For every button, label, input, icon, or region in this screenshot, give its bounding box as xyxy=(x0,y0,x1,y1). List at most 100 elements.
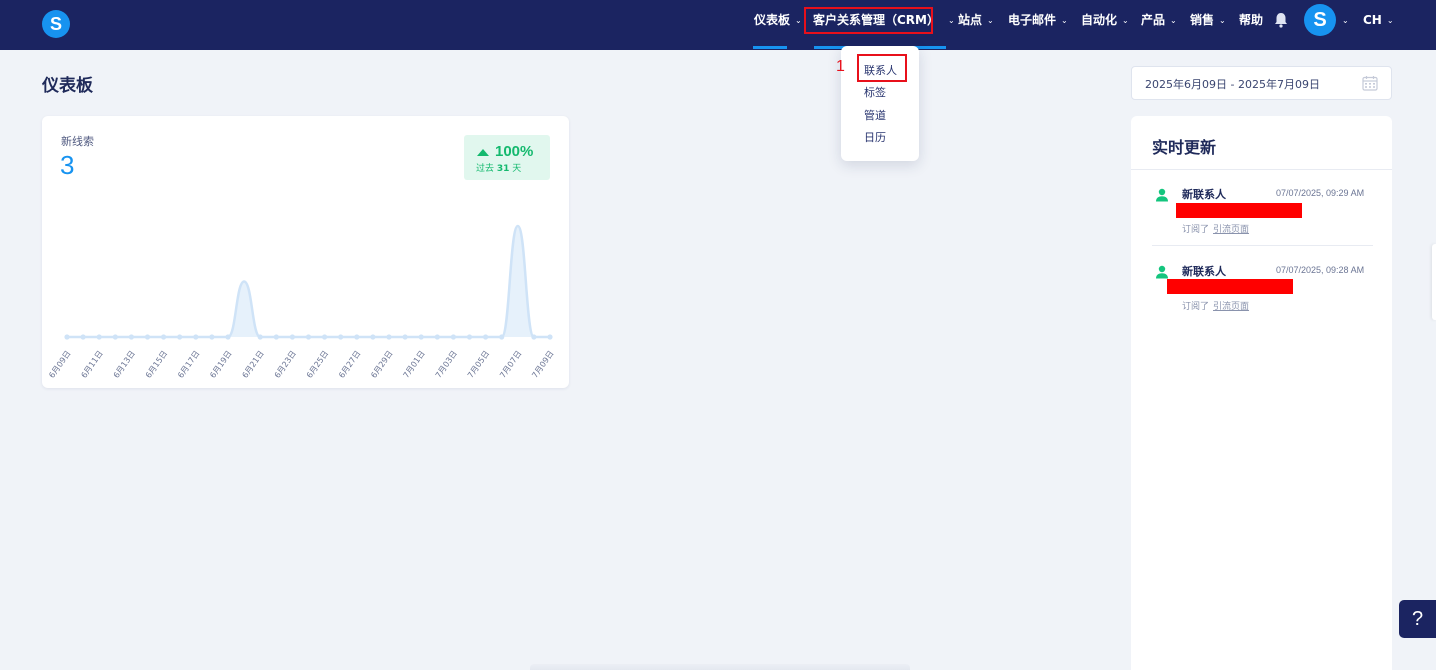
x-tick-label: 7月05日 xyxy=(466,349,491,380)
redacted-contact-info xyxy=(1176,203,1302,218)
chevron-down-icon: ⌄ xyxy=(1170,16,1177,25)
chart-data-point xyxy=(402,334,408,340)
chart-data-point xyxy=(322,334,328,340)
realtime-item: 新联系人 07/07/2025, 09:29 AM 订阅了 引流页面 xyxy=(1131,176,1392,246)
chart-data-point xyxy=(193,334,199,340)
chart-data-point xyxy=(305,334,312,340)
app-logo[interactable]: S xyxy=(42,10,70,38)
x-tick-label: 7月07日 xyxy=(498,349,523,380)
realtime-item-time: 07/07/2025, 09:28 AM xyxy=(1276,265,1365,275)
user-avatar[interactable]: S xyxy=(1304,4,1336,36)
chart-data-point xyxy=(450,334,456,340)
chart-data-point xyxy=(418,334,424,340)
crm-highlight-box xyxy=(804,7,933,34)
nav-sales-label: 销售 xyxy=(1190,13,1215,27)
language-label: CH xyxy=(1363,13,1382,27)
leads-area-chart: 6月09日 6月11日 6月13日 6月15日 6月17日 6月19日 6月21日 6月23日… xyxy=(47,224,556,380)
x-tick-label: 6月15日 xyxy=(144,349,169,380)
language-selector[interactable]: CH ⌄ xyxy=(1363,0,1394,50)
side-drawer-handle[interactable] xyxy=(1432,244,1436,320)
chart-data-point xyxy=(96,334,102,340)
user-icon xyxy=(1156,265,1168,279)
chart-data-point xyxy=(531,334,537,340)
date-range-picker[interactable]: 2025年6月09日 - 2025年7月09日 xyxy=(1131,66,1392,100)
x-tick-label: 7月01日 xyxy=(402,349,427,380)
chevron-down-icon: ⌄ xyxy=(1219,16,1226,25)
x-tick-label: 6月25日 xyxy=(305,349,330,380)
date-range-text: 2025年6月09日 - 2025年7月09日 xyxy=(1145,78,1320,91)
realtime-item-title: 新联系人 xyxy=(1182,265,1226,278)
realtime-item-action: 订阅了 引流页面 xyxy=(1182,299,1249,312)
x-tick-label: 6月19日 xyxy=(208,349,233,380)
user-icon xyxy=(1156,188,1168,202)
realtime-header-divider xyxy=(1131,169,1392,170)
chart-data-point xyxy=(354,334,360,340)
x-tick-label: 6月29日 xyxy=(369,349,394,380)
landing-page-link[interactable]: 引流页面 xyxy=(1213,225,1249,235)
chevron-down-icon[interactable]: ⌄ xyxy=(1342,0,1349,50)
chart-data-point xyxy=(466,334,473,340)
page-title: 仪表板 xyxy=(42,76,93,96)
chart-data-point xyxy=(161,334,167,340)
nav-sites-label: 站点 xyxy=(958,13,983,27)
step-annotation-number: 1 xyxy=(836,58,845,75)
chevron-down-icon: ⌄ xyxy=(987,16,994,25)
contacts-highlight-box xyxy=(857,54,907,82)
x-tick-label: 6月21日 xyxy=(241,349,266,380)
chevron-down-icon: ⌄ xyxy=(948,16,955,25)
nav-email-label: 电子邮件 xyxy=(1008,13,1057,27)
new-leads-card: 新线索 3 100% 过去 31 天 6月09日 6月11日 6月13日 6月15日 6… xyxy=(42,116,569,388)
chart-data-point xyxy=(112,334,118,340)
chart-data-point xyxy=(257,334,263,340)
menu-item-pipelines[interactable]: 管道 xyxy=(864,107,886,123)
chart-data-point xyxy=(177,334,183,340)
chevron-down-icon: ⌄ xyxy=(795,16,802,25)
chart-data-point xyxy=(483,334,489,340)
nav-automation-label: 自动化 xyxy=(1081,13,1118,27)
chart-data-point xyxy=(128,334,134,340)
nav-products[interactable]: 产品 ⌄ xyxy=(1141,0,1177,50)
realtime-item-title: 新联系人 xyxy=(1182,188,1226,201)
chart-data-point xyxy=(64,334,70,340)
top-nav-bar: S 仪表板 ⌄ 客户关系管理（CRM） ⌄ 站点 ⌄ 电子邮件 ⌄ 自动化 ⌄ 产品 ⌄ 销… xyxy=(0,0,1436,50)
chart-data-point xyxy=(338,334,344,340)
chevron-down-icon: ⌄ xyxy=(1122,16,1129,25)
chart-data-point xyxy=(225,334,231,340)
realtime-item-action-text: 订阅了 xyxy=(1182,302,1210,312)
chart-data-point xyxy=(209,334,215,340)
nav-dashboard[interactable]: 仪表板 ⌄ xyxy=(754,0,802,50)
chart-data-point xyxy=(370,334,376,340)
landing-page-link[interactable]: 引流页面 xyxy=(1213,302,1249,312)
bottom-panel-edge xyxy=(530,664,910,670)
x-tick-label: 6月13日 xyxy=(112,349,137,380)
chart-data-point xyxy=(289,334,295,340)
realtime-title: 实时更新 xyxy=(1152,138,1217,157)
realtime-item-time: 07/07/2025, 09:29 AM xyxy=(1276,188,1365,198)
x-tick-label: 6月23日 xyxy=(273,349,298,380)
nav-automation[interactable]: 自动化 ⌄ xyxy=(1081,0,1129,50)
help-button[interactable]: ? xyxy=(1399,600,1436,638)
x-tick-label: 6月09日 xyxy=(47,349,72,380)
nav-email[interactable]: 电子邮件 ⌄ xyxy=(1008,0,1068,50)
chart-data-point xyxy=(434,334,440,340)
nav-sales[interactable]: 销售 ⌄ xyxy=(1190,0,1226,50)
chart-data-point xyxy=(547,334,553,340)
x-tick-label: 7月09日 xyxy=(530,349,555,380)
chevron-down-icon: ⌄ xyxy=(1386,16,1394,25)
nav-products-label: 产品 xyxy=(1141,13,1166,27)
x-tick-label: 6月27日 xyxy=(337,349,362,380)
nav-sites[interactable]: 站点 ⌄ xyxy=(958,0,994,50)
nav-help[interactable]: 帮助 xyxy=(1239,0,1263,50)
realtime-item-action-text: 订阅了 xyxy=(1182,225,1210,235)
realtime-item-action: 订阅了 引流页面 xyxy=(1182,222,1249,235)
x-tick-label: 6月17日 xyxy=(176,349,201,380)
calendar-icon xyxy=(1362,76,1378,91)
bell-icon[interactable] xyxy=(1274,12,1288,28)
chevron-down-icon: ⌄ xyxy=(1061,16,1068,25)
menu-item-tags[interactable]: 标签 xyxy=(864,84,886,100)
chart-series-line xyxy=(67,224,550,339)
menu-item-calendar[interactable]: 日历 xyxy=(864,129,886,145)
nav-active-indicator xyxy=(753,46,787,49)
chart-data-point xyxy=(386,334,392,340)
realtime-item: 新联系人 07/07/2025, 09:28 AM 订阅了 引流页面 xyxy=(1131,253,1392,323)
